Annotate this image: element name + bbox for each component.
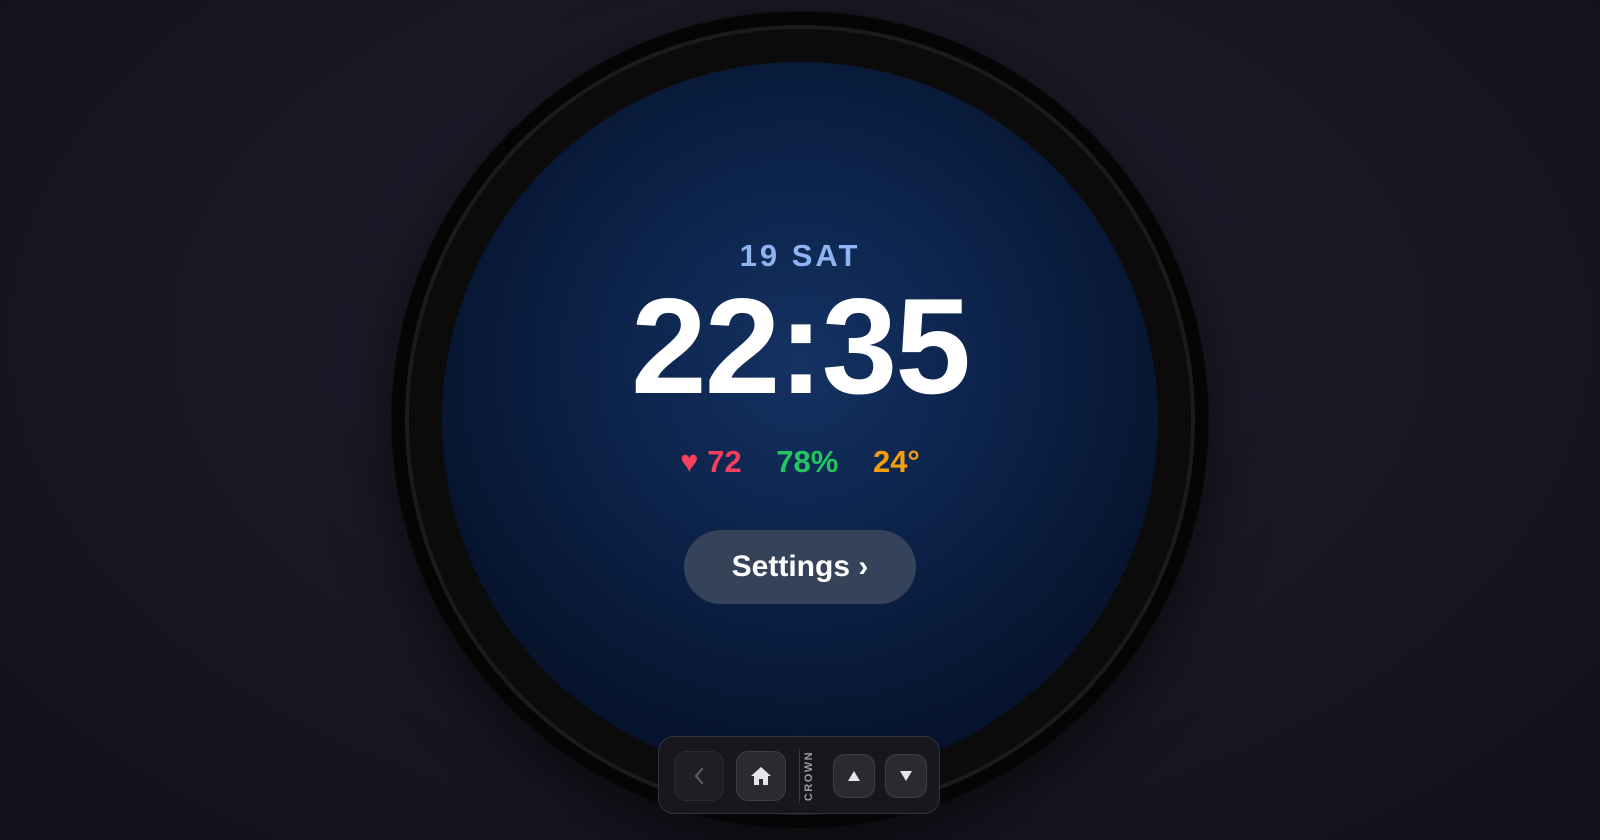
home-button[interactable] xyxy=(736,751,786,801)
date-label: 19 SAT xyxy=(739,238,861,273)
time-display: 22:35 xyxy=(631,270,971,422)
heart-rate-value: 72 xyxy=(707,444,742,479)
temperature-stat: 24° xyxy=(872,444,920,479)
crown-down-button[interactable] xyxy=(885,754,927,798)
control-bar: CROWN xyxy=(658,736,940,814)
chevron-left-icon xyxy=(694,767,704,785)
battery-stat: 78% xyxy=(776,444,839,479)
stats-row: ♥ 72 78% 24° xyxy=(442,444,1158,480)
heart-rate-stat: ♥ 72 xyxy=(680,444,742,480)
heart-icon: ♥ xyxy=(680,444,699,479)
control-divider xyxy=(799,749,800,803)
triangle-down-icon xyxy=(900,771,912,781)
crown-label: CROWN xyxy=(803,750,815,802)
watch-screen: 19 SAT 22:35 ♥ 72 78% 24° Settings › xyxy=(442,62,1158,778)
home-icon xyxy=(751,767,771,785)
triangle-up-icon xyxy=(848,771,860,781)
back-button[interactable] xyxy=(674,751,724,801)
crown-up-button[interactable] xyxy=(833,754,875,798)
settings-button[interactable]: Settings › xyxy=(684,530,916,604)
